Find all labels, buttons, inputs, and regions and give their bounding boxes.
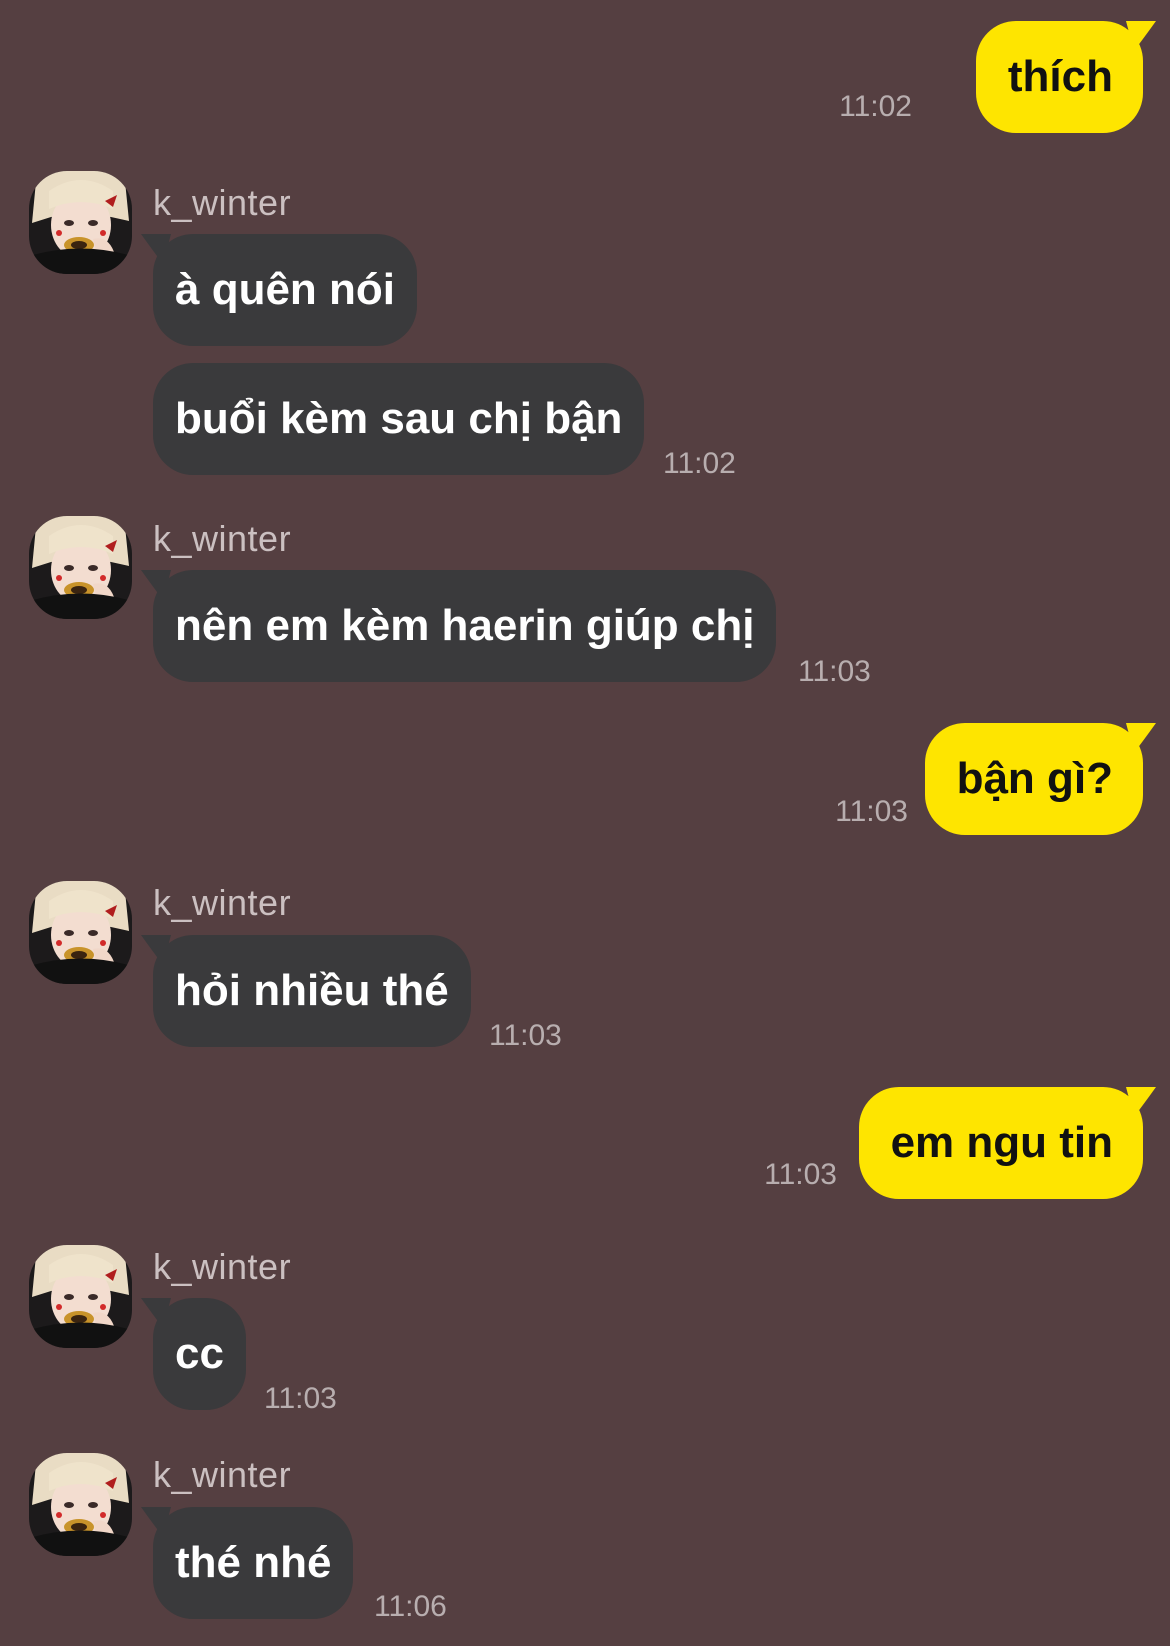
sender-name: k_winter <box>153 1246 292 1287</box>
bubble-tail <box>1126 723 1156 753</box>
message-text: em ngu tin <box>890 1118 1113 1167</box>
message-bubble-outgoing[interactable]: thích <box>975 21 1156 133</box>
message-text: cc <box>175 1329 224 1378</box>
avatar[interactable] <box>29 881 132 984</box>
message-timestamp: 11:02 <box>839 90 912 123</box>
message-timestamp: 11:03 <box>264 1382 337 1415</box>
chat-message-list[interactable]: thích 11:02 k_winter à quên nói buổi kèm… <box>0 0 1170 1646</box>
message-timestamp: 11:03 <box>764 1158 837 1191</box>
sender-name: k_winter <box>153 1454 292 1495</box>
sender-name: k_winter <box>153 182 292 223</box>
message-text: buổi kèm sau chị bận <box>175 394 623 443</box>
message-bubble-incoming[interactable]: buổi kèm sau chị bận <box>153 363 645 475</box>
avatar[interactable] <box>29 1453 132 1556</box>
message-text: hỏi nhiều thé <box>175 966 449 1015</box>
message-text: thích <box>1007 52 1113 101</box>
bubble-tail <box>141 570 171 600</box>
bubble-tail <box>141 234 171 264</box>
message-timestamp: 11:03 <box>798 655 871 688</box>
bubble-tail <box>1126 21 1156 51</box>
message-bubble-incoming[interactable]: hỏi nhiều thé <box>141 935 471 1047</box>
bubble-tail <box>141 1298 171 1328</box>
bubble-tail <box>141 1507 171 1537</box>
message-text: thé nhé <box>175 1538 332 1587</box>
avatar[interactable] <box>29 171 132 274</box>
message-text: bận gì? <box>956 754 1113 803</box>
bubble-tail <box>141 935 171 965</box>
sender-name: k_winter <box>153 882 292 923</box>
message-bubble-incoming[interactable]: cc <box>141 1298 246 1410</box>
bubble-tail <box>1126 1087 1156 1117</box>
message-timestamp: 11:03 <box>489 1019 562 1052</box>
message-text: à quên nói <box>175 265 395 314</box>
sender-name: k_winter <box>153 518 292 559</box>
message-bubble-outgoing[interactable]: bận gì? <box>924 723 1156 835</box>
message-timestamp: 11:03 <box>835 795 908 828</box>
message-text: nên em kèm haerin giúp chị <box>175 601 755 650</box>
avatar[interactable] <box>29 1245 132 1348</box>
message-bubble-incoming[interactable]: nên em kèm haerin giúp chị <box>141 570 777 682</box>
message-timestamp: 11:06 <box>374 1590 447 1623</box>
message-timestamp: 11:02 <box>663 447 736 480</box>
message-bubble-outgoing[interactable]: em ngu tin <box>858 1087 1156 1199</box>
message-bubble-incoming[interactable]: thé nhé <box>141 1507 354 1619</box>
message-bubble-incoming[interactable]: à quên nói <box>141 234 417 346</box>
avatar[interactable] <box>29 516 132 619</box>
